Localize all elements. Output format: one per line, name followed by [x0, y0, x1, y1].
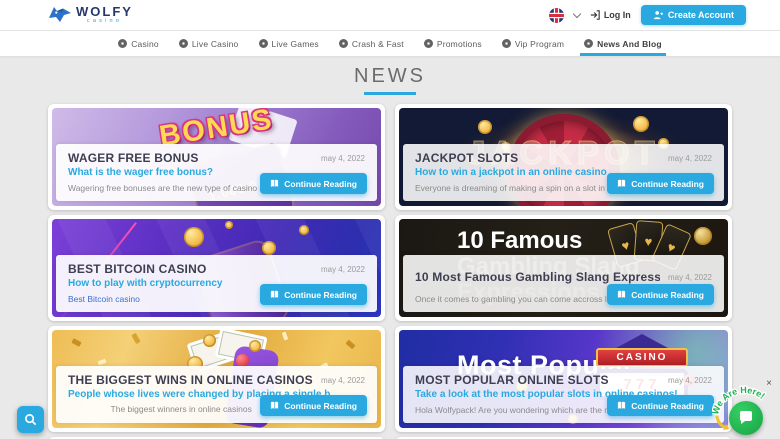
- language-flag-uk[interactable]: [549, 8, 564, 23]
- vip-program-icon: [502, 39, 511, 48]
- casino-icon: [118, 39, 127, 48]
- news-card-grid: BONUS 1.000.000 WAGER FREE BONUS may 4, …: [48, 104, 732, 439]
- button-label: Continue Reading: [284, 401, 357, 411]
- login-button[interactable]: Log In: [590, 10, 631, 20]
- card-date: may 4, 2022: [313, 265, 365, 274]
- news-page: NEWS BONUS 1.000.000 WAGER FREE BONUS ma…: [0, 56, 780, 439]
- brand-subtitle: casino: [76, 19, 133, 25]
- slang-graphic-line1: 10 Famous: [457, 227, 582, 255]
- create-account-button[interactable]: Create Account: [641, 5, 746, 25]
- live-chat-widget[interactable]: × We Are Here!: [712, 379, 776, 439]
- card-date: may 4, 2022: [313, 154, 365, 163]
- card-title: THE BIGGEST WINS IN ONLINE CASINOS: [68, 373, 313, 387]
- sign-in-icon: [590, 10, 600, 20]
- book-icon: [270, 179, 279, 188]
- live-casino-icon: [179, 39, 188, 48]
- card-info-panel: JACKPOT SLOTS may 4, 2022 How to win a j…: [403, 144, 724, 201]
- wolfy-logo[interactable]: WOLFY casino: [48, 5, 133, 25]
- button-label: Continue Reading: [631, 401, 704, 411]
- card-excerpt: Once it comes to gambling you can come a…: [415, 294, 614, 304]
- nav-label: Vip Program: [515, 39, 564, 49]
- nav-label: News And Blog: [597, 39, 662, 49]
- main-navigation: Casino Live Casino Live Games Crash & Fa…: [0, 30, 780, 56]
- nav-label: Promotions: [437, 39, 482, 49]
- news-blog-icon: [584, 39, 593, 48]
- book-icon: [617, 401, 626, 410]
- brand-name: WOLFY: [76, 5, 133, 18]
- nav-item-promotions[interactable]: Promotions: [424, 31, 482, 56]
- news-card-gambling-slang[interactable]: 10 Famous Gambling Slang Expressions ♥ ♥…: [395, 215, 732, 321]
- nav-item-vip-program[interactable]: Vip Program: [502, 31, 564, 56]
- news-card-most-popular-slots[interactable]: Most Popular CASINO 777 MOST POPULAR ONL…: [395, 326, 732, 432]
- card-info-panel: MOST POPULAR ONLINE SLOTS may 4, 2022 Ta…: [403, 366, 724, 423]
- casino-sign-text: CASINO: [596, 348, 688, 367]
- nav-item-news-and-blog[interactable]: News And Blog: [584, 31, 662, 56]
- button-label: Continue Reading: [284, 179, 357, 189]
- button-label: Continue Reading: [284, 290, 357, 300]
- promotions-icon: [424, 39, 433, 48]
- card-info-panel: 10 Most Famous Gambling Slang Expressi..…: [403, 255, 724, 312]
- card-title: 10 Most Famous Gambling Slang Expressi..…: [415, 270, 660, 284]
- nav-item-live-games[interactable]: Live Games: [259, 31, 319, 56]
- crash-fast-icon: [339, 39, 348, 48]
- book-icon: [270, 401, 279, 410]
- title-underline: [364, 92, 416, 95]
- card-excerpt: Wagering free bonuses are the new type o…: [68, 183, 267, 193]
- news-card-wager-free-bonus[interactable]: BONUS 1.000.000 WAGER FREE BONUS may 4, …: [48, 104, 385, 210]
- book-icon: [617, 290, 626, 299]
- continue-reading-button[interactable]: Continue Reading: [260, 284, 367, 305]
- continue-reading-button[interactable]: Continue Reading: [260, 173, 367, 194]
- card-title: WAGER FREE BONUS: [68, 151, 199, 165]
- card-title: BEST BITCOIN CASINO: [68, 262, 206, 276]
- wolf-icon: [48, 5, 72, 25]
- continue-reading-button[interactable]: Continue Reading: [260, 395, 367, 416]
- continue-reading-button[interactable]: Continue Reading: [607, 395, 714, 416]
- top-header: WOLFY casino Log In Create Account: [0, 0, 780, 30]
- news-card-best-bitcoin-casino[interactable]: BEST BITCOIN CASINO may 4, 2022 How to p…: [48, 215, 385, 321]
- login-label: Log In: [604, 10, 631, 20]
- news-card-jackpot-slots[interactable]: JACKPOT JACKPOT SLOTS may 4, 2022 How to…: [395, 104, 732, 210]
- continue-reading-button[interactable]: Continue Reading: [607, 284, 714, 305]
- nav-item-live-casino[interactable]: Live Casino: [179, 31, 239, 56]
- book-icon: [617, 179, 626, 188]
- nav-label: Live Casino: [192, 39, 239, 49]
- nav-label: Casino: [131, 39, 159, 49]
- create-account-label: Create Account: [668, 10, 734, 20]
- news-card-biggest-wins[interactable]: THE BIGGEST WINS IN ONLINE CASINOS may 4…: [48, 326, 385, 432]
- card-date: may 4, 2022: [660, 376, 712, 385]
- card-title: MOST POPULAR ONLINE SLOTS: [415, 373, 609, 387]
- chat-bubble-button[interactable]: [729, 401, 763, 435]
- chat-bubble-icon: [738, 410, 754, 426]
- card-info-panel: BEST BITCOIN CASINO may 4, 2022 How to p…: [56, 255, 377, 312]
- chevron-down-icon[interactable]: [573, 9, 581, 17]
- card-title: JACKPOT SLOTS: [415, 151, 518, 165]
- nav-item-crash-fast[interactable]: Crash & Fast: [339, 31, 404, 56]
- card-excerpt: Hola Wolfypack! Are you wondering which …: [415, 405, 614, 415]
- arrow-icon: [714, 415, 730, 433]
- button-label: Continue Reading: [631, 179, 704, 189]
- person-plus-icon: [653, 10, 663, 20]
- search-icon: [24, 413, 37, 426]
- nav-label: Live Games: [272, 39, 319, 49]
- nav-label: Crash & Fast: [352, 39, 404, 49]
- card-date: may 4, 2022: [313, 376, 365, 385]
- card-info-panel: WAGER FREE BONUS may 4, 2022 What is the…: [56, 144, 377, 201]
- card-excerpt-link[interactable]: Best Bitcoin casino: [68, 294, 140, 304]
- book-icon: [270, 290, 279, 299]
- card-info-panel: THE BIGGEST WINS IN ONLINE CASINOS may 4…: [56, 366, 377, 423]
- continue-reading-button[interactable]: Continue Reading: [607, 173, 714, 194]
- page-title: NEWS: [0, 65, 780, 88]
- nav-item-casino[interactable]: Casino: [118, 31, 159, 56]
- card-date: may 4, 2022: [660, 154, 712, 163]
- search-button[interactable]: [17, 406, 44, 433]
- card-excerpt: Everyone is dreaming of making a spin on…: [415, 183, 614, 193]
- live-games-icon: [259, 39, 268, 48]
- card-date: may 4, 2022: [660, 273, 712, 282]
- button-label: Continue Reading: [631, 290, 704, 300]
